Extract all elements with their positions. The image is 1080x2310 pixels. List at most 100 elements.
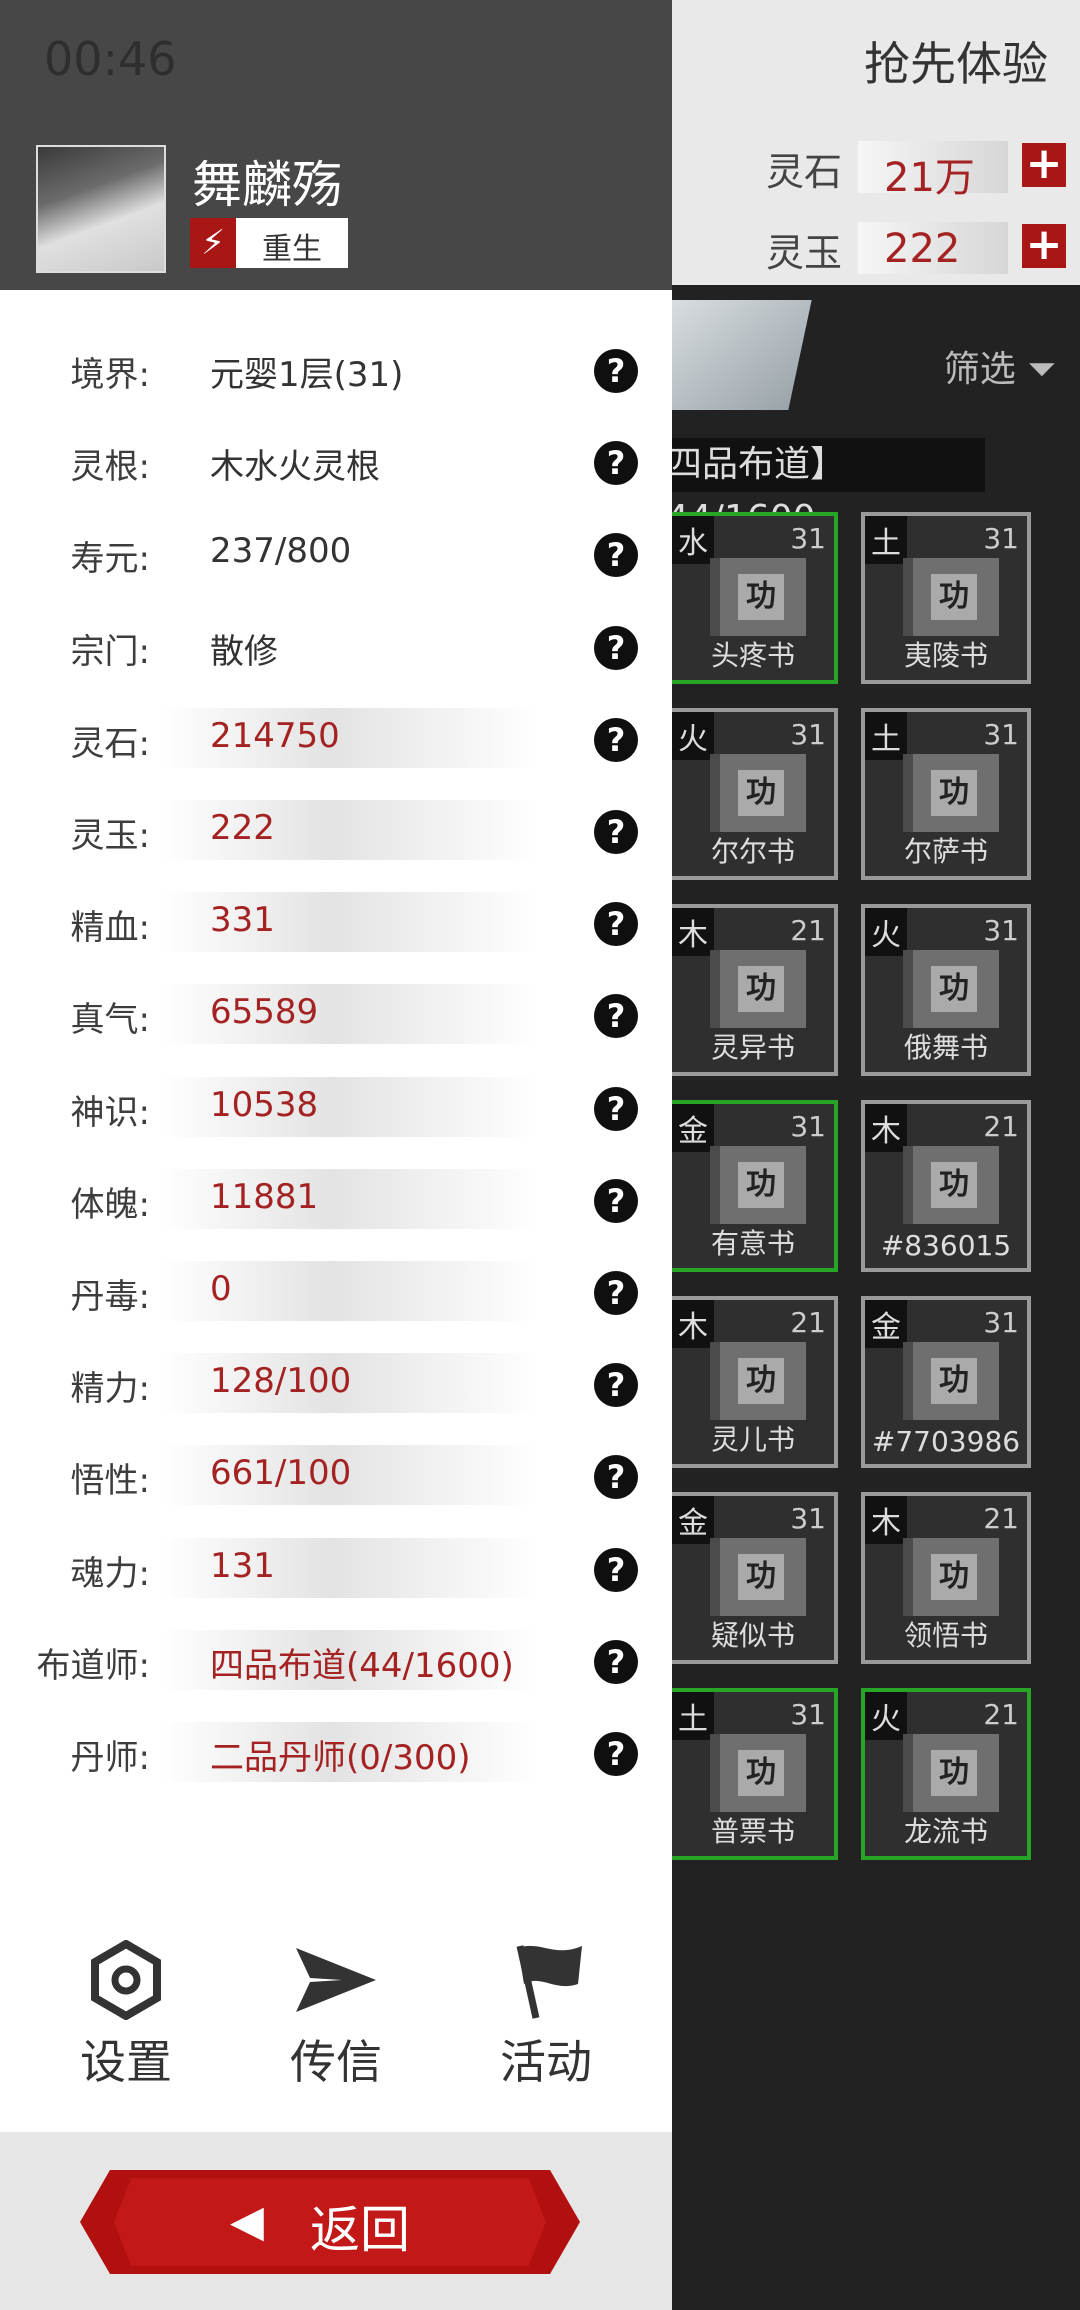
card-level: 31 bbox=[983, 1306, 1019, 1339]
book-card[interactable]: 土 31 功尔萨书 bbox=[861, 708, 1031, 880]
resource-label: 灵玉 bbox=[766, 231, 843, 275]
card-level: 31 bbox=[790, 1502, 826, 1535]
stat-row: 丹毒: 0? bbox=[0, 1257, 672, 1327]
help-icon[interactable]: ? bbox=[594, 717, 638, 762]
stat-row: 神识: 10538? bbox=[0, 1073, 672, 1143]
stat-row: 精血: 331? bbox=[0, 888, 672, 958]
book-card[interactable]: 土 31 功普票书 bbox=[668, 1688, 838, 1860]
card-glyph: 功 bbox=[738, 966, 784, 1012]
book-card[interactable]: 金 31 功有意书 bbox=[668, 1100, 838, 1272]
help-icon[interactable]: ? bbox=[594, 810, 638, 854]
help-icon[interactable]: ? bbox=[594, 902, 638, 947]
send-message-button[interactable]: 传信 bbox=[246, 1940, 426, 2090]
card-name: 尔尔书 bbox=[710, 835, 795, 868]
help-icon[interactable]: ? bbox=[594, 441, 638, 486]
stat-row: 灵石: 214750? bbox=[0, 704, 672, 774]
stat-label: 丹师: bbox=[70, 1738, 150, 1778]
add-spirit-stone-button[interactable]: + bbox=[1022, 142, 1066, 187]
book-icon: 功 bbox=[710, 950, 806, 1028]
avatar[interactable] bbox=[36, 145, 166, 273]
help-icon[interactable]: ? bbox=[594, 994, 638, 1039]
element-tag: 土 bbox=[672, 1692, 714, 1740]
book-icon: 功 bbox=[903, 1146, 999, 1224]
page-title[interactable]: 抢先体验 bbox=[864, 28, 1048, 94]
help-icon[interactable]: ? bbox=[594, 1732, 638, 1776]
element-tag: 土 bbox=[865, 516, 907, 564]
stat-row: 悟性: 661/100? bbox=[0, 1441, 672, 1511]
book-card[interactable]: 火 21 功龙流书 bbox=[861, 1688, 1031, 1860]
stat-label: 神识: bbox=[70, 1092, 150, 1133]
rebirth-badge[interactable]: ⚡ 重生 bbox=[190, 218, 348, 268]
help-icon[interactable]: ? bbox=[594, 533, 638, 578]
card-level: 21 bbox=[983, 1502, 1019, 1535]
add-spirit-jade-button[interactable]: + bbox=[1022, 223, 1066, 268]
card-name: 龙流书 bbox=[903, 1815, 988, 1848]
help-icon[interactable]: ? bbox=[594, 1271, 638, 1315]
book-icon: 功 bbox=[710, 1342, 806, 1420]
stat-value: 222 bbox=[210, 808, 275, 848]
book-card[interactable]: 金 31 功疑似书 bbox=[668, 1492, 838, 1664]
card-glyph: 功 bbox=[931, 770, 977, 816]
help-icon[interactable]: ? bbox=[594, 625, 638, 670]
stat-label: 灵石: bbox=[70, 723, 150, 764]
stat-label: 丹毒: bbox=[70, 1277, 150, 1317]
element-tag: 木 bbox=[865, 1104, 907, 1152]
card-glyph: 功 bbox=[931, 1358, 977, 1404]
book-card[interactable]: 木 21 功 #836015 bbox=[861, 1100, 1031, 1272]
stat-label: 真气: bbox=[70, 1000, 150, 1041]
book-card[interactable]: 木 21 功灵异书 bbox=[668, 904, 838, 1076]
card-glyph: 功 bbox=[931, 574, 977, 620]
book-card[interactable]: 土 31 功夷陵书 bbox=[861, 512, 1031, 684]
card-level: 21 bbox=[983, 1698, 1019, 1731]
book-card[interactable]: 火 31 功俄舞书 bbox=[861, 904, 1031, 1076]
card-level: 31 bbox=[983, 718, 1019, 751]
activity-button[interactable]: 活动 bbox=[456, 1940, 636, 2090]
book-card[interactable]: 木 21 功领悟书 bbox=[861, 1492, 1031, 1664]
card-name: 夷陵书 bbox=[903, 639, 988, 672]
card-name: #836015 bbox=[880, 1229, 1012, 1262]
card-level: 21 bbox=[790, 1306, 826, 1339]
book-icon: 功 bbox=[903, 1342, 999, 1420]
card-name: 有意书 bbox=[710, 1227, 795, 1260]
settings-button[interactable]: 设置 bbox=[36, 1940, 216, 2090]
flag-icon bbox=[516, 1945, 582, 2019]
card-name: 尔萨书 bbox=[903, 835, 988, 868]
resource-value: 21万 bbox=[884, 155, 975, 201]
card-glyph: 功 bbox=[738, 770, 784, 816]
book-card[interactable]: 火 31 功尔尔书 bbox=[668, 708, 838, 880]
book-card[interactable]: 木 21 功灵儿书 bbox=[668, 1296, 838, 1468]
help-icon[interactable]: ? bbox=[594, 349, 638, 393]
card-level: 31 bbox=[983, 522, 1019, 555]
card-glyph: 功 bbox=[738, 574, 784, 620]
card-name: 灵儿书 bbox=[710, 1423, 795, 1456]
help-icon[interactable]: ? bbox=[594, 1363, 638, 1408]
card-glyph: 功 bbox=[738, 1554, 784, 1600]
badge-label: 重生 bbox=[262, 232, 322, 267]
stat-label: 精血: bbox=[70, 908, 150, 949]
book-icon: 功 bbox=[710, 1538, 806, 1616]
stat-label: 悟性: bbox=[70, 1461, 150, 1502]
status-time: 00:46 bbox=[44, 32, 177, 86]
book-card[interactable]: 水 31 功头疼书 bbox=[668, 512, 838, 684]
help-icon[interactable]: ? bbox=[594, 1086, 638, 1131]
element-tag: 金 bbox=[865, 1300, 907, 1348]
book-card[interactable]: 金 31 功 #7703986 bbox=[861, 1296, 1031, 1468]
stat-value: 128/100 bbox=[210, 1361, 352, 1402]
help-icon[interactable]: ? bbox=[594, 1547, 638, 1592]
help-icon[interactable]: ? bbox=[594, 1178, 638, 1223]
element-tag: 火 bbox=[865, 1692, 907, 1740]
back-arrow-icon: ◀ bbox=[230, 2196, 264, 2247]
stat-value: 散修 bbox=[210, 631, 278, 672]
back-button[interactable]: ◀ 返回 bbox=[80, 2170, 580, 2274]
action-label: 设置 bbox=[80, 2035, 172, 2089]
stat-value: 131 bbox=[210, 1545, 275, 1586]
element-tag: 木 bbox=[865, 1496, 907, 1544]
element-tag: 火 bbox=[865, 908, 907, 956]
card-level: 31 bbox=[983, 914, 1019, 947]
resource-label: 灵石 bbox=[766, 150, 843, 194]
element-tag: 土 bbox=[865, 712, 907, 760]
help-icon[interactable]: ? bbox=[594, 1455, 638, 1500]
filter-button[interactable]: 筛选 ⏷ bbox=[944, 340, 1056, 392]
stat-row: 布道师: 四品布道(44/1600)? bbox=[0, 1626, 672, 1696]
help-icon[interactable]: ? bbox=[594, 1639, 638, 1684]
